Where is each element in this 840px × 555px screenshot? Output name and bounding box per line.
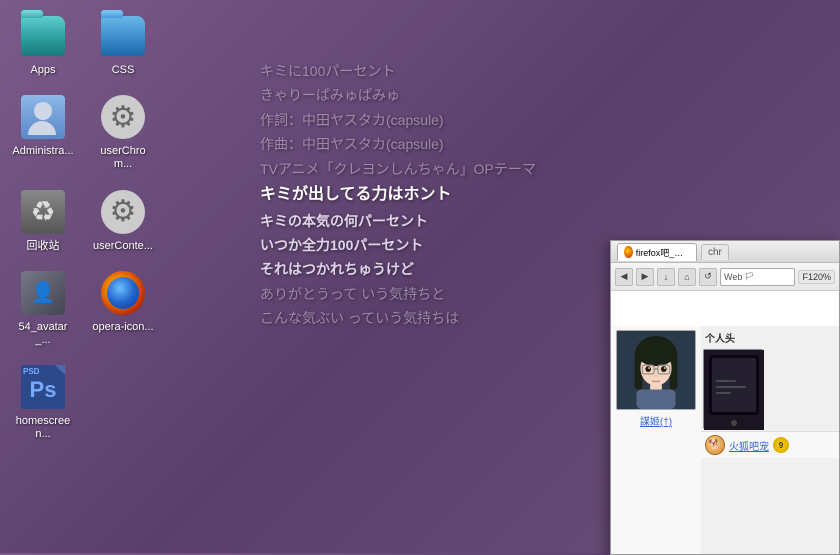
browser-toolbar: ◀ ▶ ↓ ⌂ ↺ Web 🏳 F120%: [611, 263, 839, 291]
desktop: Apps CSS: [0, 0, 840, 553]
icon-homescreen-label: homescreen...: [12, 415, 74, 441]
icon-homescreen[interactable]: Ps homescreen...: [8, 359, 78, 445]
forward-button[interactable]: ▶: [636, 268, 654, 286]
icon-avatar54-label: 54_avatar_...: [12, 321, 74, 347]
right-panel: 个人头: [701, 326, 839, 554]
lyric-10: こんな気ぶい っていう気持ちは: [260, 307, 600, 329]
lyric-6: キミの本気の何パーセント: [260, 210, 600, 232]
icon-css-label: CSS: [112, 64, 135, 77]
flag-icon: 🏳: [744, 272, 754, 281]
anime-avatar-image: [616, 330, 696, 410]
icon-recycle-label: 回收站: [27, 240, 60, 253]
lyric-5: キミが出してる力はホント: [260, 182, 600, 208]
lyric-3: 作曲：中田ヤスタカ(capsule): [260, 133, 600, 155]
refresh-button[interactable]: ↺: [699, 268, 717, 286]
lyric-1: きゃりーぱみゅぱみゅ: [260, 84, 600, 106]
icon-userchrome-label: userChrom...: [92, 145, 154, 171]
web-label: Web: [724, 272, 742, 282]
browser-tab-active[interactable]: firefox吧_百度贴吧: [617, 243, 697, 261]
icon-opera[interactable]: opera-icon...: [88, 265, 158, 351]
user-name[interactable]: 火狐吧宠: [729, 438, 769, 453]
anime-character-svg: [617, 330, 695, 410]
lyric-9: ありがとうって いう気持ちと: [260, 283, 600, 305]
icon-userchrome[interactable]: ⚙ userChrom...: [88, 89, 158, 175]
user-badge: 9: [773, 437, 789, 453]
tab-partial-label: chr: [708, 247, 722, 258]
browser-titlebar: firefox吧_百度贴吧 chr: [611, 241, 839, 263]
lyric-2: 作詞：中田ヤスタカ(capsule): [260, 109, 600, 131]
right-panel-svg: [704, 350, 764, 430]
user-avatar-small: 🐕: [705, 435, 725, 455]
right-panel-title: 个人头: [701, 326, 839, 347]
icon-usercontent-label: userConte...: [93, 240, 153, 253]
desktop-icons-area: Apps CSS: [0, 0, 166, 462]
tab-active-label: firefox吧_百度贴吧: [636, 246, 690, 259]
icon-avatar54[interactable]: 👤 54_avatar_...: [8, 265, 78, 351]
back-button[interactable]: ◀: [615, 268, 633, 286]
lyrics-overlay: キミに100パーセント きゃりーぱみゅぱみゅ 作詞：中田ヤスタカ(capsule…: [260, 60, 600, 332]
address-bar[interactable]: Web 🏳: [720, 268, 795, 286]
firefox-tab-icon: [624, 246, 633, 258]
icon-css[interactable]: CSS: [88, 8, 158, 81]
right-panel-image: [703, 349, 763, 429]
home-button[interactable]: ⌂: [678, 268, 696, 286]
browser-white-area: [611, 291, 839, 326]
icon-apps-label: Apps: [30, 64, 55, 77]
icon-apps[interactable]: Apps: [8, 8, 78, 81]
user-row: 🐕 火狐吧宠 9: [701, 431, 839, 458]
icon-administrator[interactable]: Administra...: [8, 89, 78, 175]
lyric-7: いつか全力100パーセント: [260, 234, 600, 256]
avatar-username[interactable]: 謀姬(†): [640, 413, 672, 428]
browser-main-content: 謀姬(†) 个人头: [611, 326, 839, 554]
browser-window: firefox吧_百度贴吧 chr ◀ ▶ ↓ ⌂ ↺ Web 🏳 F120%: [610, 240, 840, 555]
lyric-8: それはつかれちゅうけど: [260, 258, 600, 280]
psd-label: Ps: [30, 377, 57, 403]
download-button[interactable]: ↓: [657, 268, 675, 286]
browser-content: 謀姬(†) 个人头: [611, 291, 839, 554]
zoom-level[interactable]: F120%: [798, 270, 835, 284]
browser-tab-partial[interactable]: chr: [701, 244, 729, 260]
icon-recycle[interactable]: ♻ 回收站: [8, 184, 78, 257]
icon-usercontent[interactable]: ⚙ userConte...: [88, 184, 158, 257]
lyric-0: キミに100パーセント: [260, 60, 600, 82]
avatar-section: 謀姬(†): [611, 326, 701, 554]
icon-administrator-label: Administra...: [12, 145, 73, 158]
lyric-4: TVアニメ「クレヨンしんちゃん」OPテーマ: [260, 158, 600, 180]
icon-opera-label: opera-icon...: [92, 321, 153, 334]
